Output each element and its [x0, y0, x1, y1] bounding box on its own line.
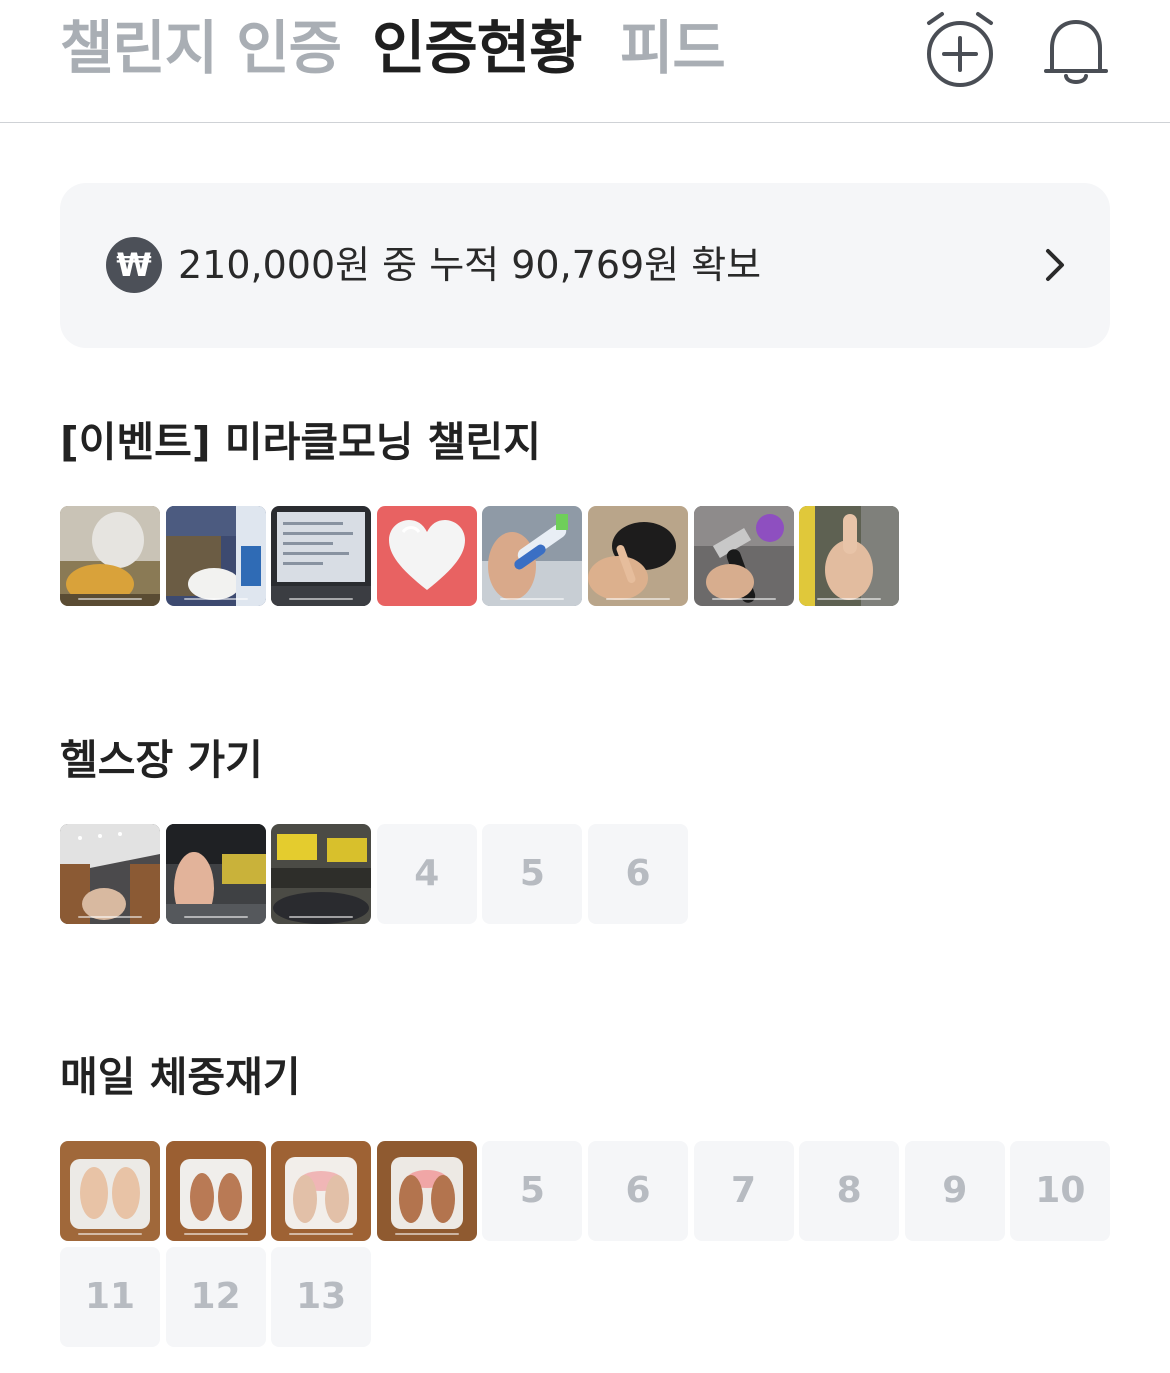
challenge-title: [이벤트] 미라클모닝 챌린지 — [60, 418, 541, 466]
empty-slot: 13 — [271, 1247, 372, 1347]
tab-feed[interactable]: 피드 — [620, 12, 726, 84]
verification-photo[interactable] — [60, 1141, 160, 1241]
verification-photo[interactable] — [271, 1141, 372, 1241]
verification-photo[interactable] — [693, 506, 794, 606]
empty-slot: 12 — [165, 1247, 266, 1347]
challenge-title: 헬스장 가기 — [60, 736, 263, 784]
verification-photo[interactable] — [587, 506, 688, 606]
chevron-right-icon[interactable] — [1040, 245, 1070, 285]
challenge-title: 매일 체중재기 — [60, 1053, 301, 1101]
verification-grid: 5 6 7 8 9 10 11 12 13 — [60, 1141, 1120, 1347]
verification-photo[interactable] — [799, 506, 900, 606]
verification-photo[interactable] — [376, 1141, 477, 1241]
empty-slot: 9 — [904, 1141, 1005, 1241]
deposit-summary-text: 210,000원 중 누적 90,769원 확보 — [178, 243, 762, 287]
empty-slot: 7 — [693, 1141, 794, 1241]
verification-photo[interactable] — [165, 1141, 266, 1241]
tab-verify-status[interactable]: 인증현황 — [372, 12, 582, 84]
verification-photo[interactable] — [60, 824, 160, 924]
top-nav: 챌린지 인증 인증현황 피드 — [0, 0, 1170, 123]
tab-challenge-verify[interactable]: 챌린지 인증 — [60, 12, 342, 84]
verification-photo[interactable] — [482, 506, 583, 606]
alarm-add-icon[interactable] — [920, 8, 1000, 92]
empty-slot: 6 — [587, 1141, 688, 1241]
verification-photo[interactable] — [271, 506, 372, 606]
verification-photo[interactable] — [60, 506, 160, 606]
empty-slot: 4 — [376, 824, 477, 924]
verification-photo[interactable] — [271, 824, 372, 924]
verification-heart-photo[interactable] — [376, 506, 477, 606]
verification-photo[interactable] — [165, 506, 266, 606]
bell-icon[interactable] — [1036, 8, 1116, 92]
verification-grid: 4 5 6 — [60, 824, 1120, 924]
verification-grid — [60, 506, 1120, 606]
empty-slot: 10 — [1010, 1141, 1111, 1241]
empty-slot: 5 — [482, 824, 583, 924]
deposit-summary-banner[interactable]: ₩ 210,000원 중 누적 90,769원 확보 — [60, 183, 1110, 348]
empty-slot: 8 — [799, 1141, 900, 1241]
empty-slot: 5 — [482, 1141, 583, 1241]
empty-slot: 6 — [587, 824, 688, 924]
empty-slot: 11 — [60, 1247, 160, 1347]
won-icon: ₩ — [106, 237, 162, 293]
verification-photo[interactable] — [165, 824, 266, 924]
